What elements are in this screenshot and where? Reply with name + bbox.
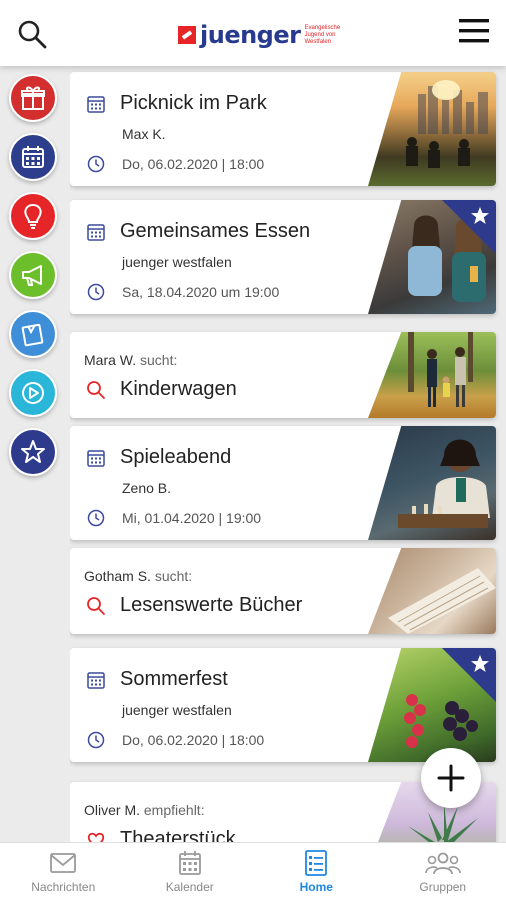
book-photo	[368, 548, 496, 634]
calendar-category-button[interactable]	[9, 133, 57, 181]
nav-home[interactable]: Home	[253, 843, 380, 900]
family-walk-photo	[368, 332, 496, 418]
search-icon	[87, 380, 105, 399]
megaphone-icon	[22, 265, 42, 286]
hamburger-menu-icon[interactable]	[458, 16, 490, 46]
picnic-photo	[368, 72, 496, 186]
nav-label: Nachrichten	[31, 879, 96, 894]
event-author: juenger westfalen	[122, 254, 232, 270]
search-card[interactable]: Mara W. sucht: Kinderwagen	[70, 332, 496, 418]
note-category-button[interactable]	[9, 310, 57, 358]
group-icon	[424, 852, 461, 874]
recommend-verb: empfiehlt:	[143, 802, 205, 818]
event-card[interactable]: Picknick im Park Max K. Do, 06.02.2020 |…	[70, 72, 496, 186]
logo-mark	[178, 26, 196, 44]
feed: Picknick im Park Max K. Do, 06.02.2020 |…	[70, 66, 506, 842]
search-author-line: Gotham S. sucht:	[84, 568, 192, 584]
event-card[interactable]: Spieleabend Zeno B. Mi, 01.04.2020 | 19:…	[70, 426, 496, 540]
lightbulb-icon	[24, 203, 42, 229]
clock-icon	[87, 731, 105, 749]
recommend-author-line: Oliver M. empfiehlt:	[84, 802, 205, 818]
search-title: Lesenswerte Bücher	[120, 594, 303, 616]
star-icon	[471, 207, 489, 224]
event-card[interactable]: Sommerfest juenger westfalen Do, 06.02.2…	[70, 648, 496, 762]
event-title: Picknick im Park	[120, 92, 267, 114]
calendar-icon	[87, 671, 105, 689]
play-icon	[22, 382, 44, 404]
favorites-category-button[interactable]	[9, 428, 57, 476]
board-game-photo	[368, 426, 496, 540]
event-title: Gemeinsames Essen	[120, 220, 311, 242]
add-post-button[interactable]	[421, 748, 481, 808]
clock-icon	[87, 283, 105, 301]
calendar-icon	[87, 95, 105, 113]
search-icon	[87, 596, 105, 615]
announcement-category-button[interactable]	[9, 251, 57, 299]
event-author: Max K.	[122, 126, 166, 142]
media-category-button[interactable]	[9, 369, 57, 417]
app-header: juenger Evangelische Jugend von Westfale…	[0, 0, 506, 66]
search-card[interactable]: Gotham S. sucht: Lesenswerte Bücher	[70, 548, 496, 634]
event-title: Spieleabend	[120, 446, 232, 468]
gift-icon	[21, 86, 45, 110]
list-icon	[305, 849, 328, 876]
nav-label: Gruppen	[419, 879, 467, 894]
calendar-icon	[87, 223, 105, 241]
calendar-icon	[178, 850, 201, 875]
clock-icon	[87, 155, 105, 173]
search-icon[interactable]	[16, 18, 48, 50]
plus-icon	[437, 764, 465, 792]
recommend-title: Theaterstück	[120, 828, 236, 842]
event-title: Sommerfest	[120, 668, 228, 690]
logo-subtitle: Evangelische Jugend von Westfalen	[304, 24, 341, 45]
heart-icon	[87, 832, 105, 842]
event-date: Do, 06.02.2020 | 18:00	[122, 732, 265, 748]
star-icon	[471, 655, 489, 672]
search-author: Mara W.	[84, 352, 137, 368]
event-author: juenger westfalen	[122, 702, 232, 718]
event-date: Mi, 01.04.2020 | 19:00	[122, 510, 262, 526]
search-author-line: Mara W. sucht:	[84, 352, 177, 368]
star-icon	[21, 440, 45, 463]
nav-gruppen[interactable]: Gruppen	[380, 843, 506, 900]
event-author: Zeno B.	[122, 480, 172, 496]
category-rail	[0, 66, 66, 842]
app-logo: juenger Evangelische Jugend von Westfale…	[178, 20, 348, 50]
bottom-navigation: Nachrichten Kalender Home Gruppen	[0, 842, 506, 900]
clock-icon	[87, 509, 105, 527]
search-title: Kinderwagen	[120, 378, 237, 400]
nav-kalender[interactable]: Kalender	[127, 843, 254, 900]
nav-nachrichten[interactable]: Nachrichten	[0, 843, 127, 900]
event-date: Do, 06.02.2020 | 18:00	[122, 156, 265, 172]
search-author: Gotham S.	[84, 568, 151, 584]
calendar-icon	[87, 449, 105, 467]
idea-category-button[interactable]	[9, 192, 57, 240]
calendar-icon	[22, 146, 44, 168]
nav-label: Kalender	[165, 879, 214, 894]
recommend-author: Oliver M.	[84, 802, 140, 818]
note-icon	[21, 323, 44, 347]
logo-text: juenger	[200, 21, 301, 49]
search-verb: sucht:	[154, 568, 193, 584]
mail-icon	[50, 852, 77, 873]
nav-label: Home	[299, 879, 333, 894]
event-date: Sa, 18.04.2020 um 19:00	[122, 284, 280, 300]
gift-category-button[interactable]	[9, 74, 57, 122]
search-verb: sucht:	[140, 352, 178, 368]
event-card[interactable]: Gemeinsames Essen juenger westfalen Sa, …	[70, 200, 496, 314]
